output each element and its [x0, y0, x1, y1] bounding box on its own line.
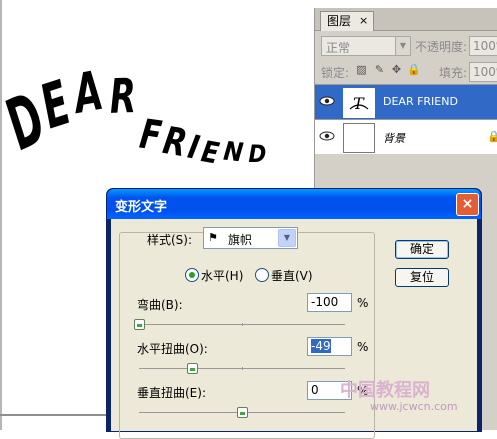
chevron-down-icon: ▼	[395, 37, 410, 55]
horizontal-distortion-slider-thumb[interactable]	[187, 363, 198, 374]
warped-char: R	[109, 68, 137, 124]
bend-field[interactable]: -100	[307, 293, 352, 312]
background-thumb	[343, 123, 375, 153]
reset-button[interactable]: 复位	[395, 268, 449, 287]
flag-icon: ⚑	[208, 231, 218, 244]
tab-layers[interactable]: 图层 ×	[320, 11, 374, 31]
close-icon[interactable]: ×	[359, 12, 368, 30]
eye-icon[interactable]	[319, 129, 335, 143]
style-select[interactable]: ⚑ 旗帜 ▼	[203, 227, 298, 249]
vertical-distortion-label: 垂直扭曲(E):	[137, 386, 206, 400]
warped-char: N	[222, 135, 245, 167]
lock-icon: 🔒	[487, 130, 497, 143]
bend-unit: %	[357, 296, 369, 310]
radio-horizontal-label[interactable]: 水平(H)	[201, 267, 243, 284]
style-label: 样式(S):	[147, 233, 193, 247]
blend-mode-select[interactable]: 正常 ▼	[321, 36, 411, 56]
slider-tick	[242, 367, 243, 370]
radio-selected-dot	[189, 272, 195, 278]
dialog-title-bar[interactable]: 变形文字 ×	[107, 189, 481, 219]
style-select-value: 旗帜	[228, 233, 253, 247]
bend-slider[interactable]	[134, 319, 345, 330]
horizontal-distortion-field[interactable]: -49	[307, 337, 352, 356]
warped-char: F	[137, 110, 165, 160]
watermark: 中国教程网 www.jcwcn.com	[340, 376, 492, 426]
thumb-glyph: T	[353, 94, 365, 113]
chevron-down-icon: ▼	[278, 229, 296, 247]
warped-char: E	[199, 135, 222, 171]
horizontal-distortion-value: -49	[311, 339, 331, 353]
vertical-distortion-slider-thumb[interactable]	[237, 407, 248, 418]
canvas-border	[0, 414, 112, 416]
layer-name[interactable]: DEAR FRIEND	[383, 95, 458, 108]
layer-row-text[interactable]: T DEAR FRIEND	[315, 85, 497, 119]
warped-char: D	[248, 141, 266, 168]
panel-tab-bar: 图层 ×	[315, 8, 497, 31]
lock-label: 锁定:	[321, 66, 350, 80]
layer-list: T DEAR FRIEND 背景 🔒	[315, 84, 497, 154]
horizontal-distortion-slider[interactable]	[139, 363, 345, 374]
lock-paint-icon[interactable]: ✎	[373, 63, 386, 76]
layer-row-background[interactable]: 背景 🔒	[315, 119, 497, 154]
horizontal-distortion-label: 水平扭曲(O):	[137, 342, 208, 356]
watermark-main: 中国教程网	[340, 380, 430, 401]
radio-vertical[interactable]	[255, 268, 269, 282]
slider-tick	[242, 323, 243, 326]
text-layer-thumb-icon: T	[343, 88, 375, 118]
blend-mode-value: 正常	[326, 41, 351, 55]
tab-layers-label: 图层	[327, 14, 352, 28]
ok-button[interactable]: 确定	[395, 240, 449, 259]
opacity-label: 不透明度:	[415, 40, 468, 54]
opacity-field[interactable]: 100%	[469, 36, 497, 56]
layer-name[interactable]: 背景	[383, 130, 405, 146]
bend-label: 弯曲(B):	[137, 298, 183, 312]
vertical-distortion-slider[interactable]	[139, 407, 345, 418]
lock-transparency-icon[interactable]: ▨	[355, 63, 368, 76]
fill-field[interactable]: 100%	[469, 62, 497, 82]
horizontal-distortion-unit: %	[357, 340, 369, 354]
radio-vertical-label[interactable]: 垂直(V)	[271, 267, 313, 284]
bend-slider-thumb[interactable]	[134, 319, 145, 330]
radio-horizontal[interactable]	[185, 268, 199, 282]
lock-all-icon[interactable]: 🔒	[407, 63, 421, 76]
close-button[interactable]: ×	[456, 193, 479, 216]
fill-label: 填充:	[439, 66, 468, 80]
watermark-url: www.jcwcn.com	[370, 400, 458, 413]
eye-icon[interactable]	[319, 94, 335, 108]
lock-position-icon[interactable]: ✥	[390, 63, 403, 76]
dialog-title: 变形文字	[115, 200, 168, 215]
